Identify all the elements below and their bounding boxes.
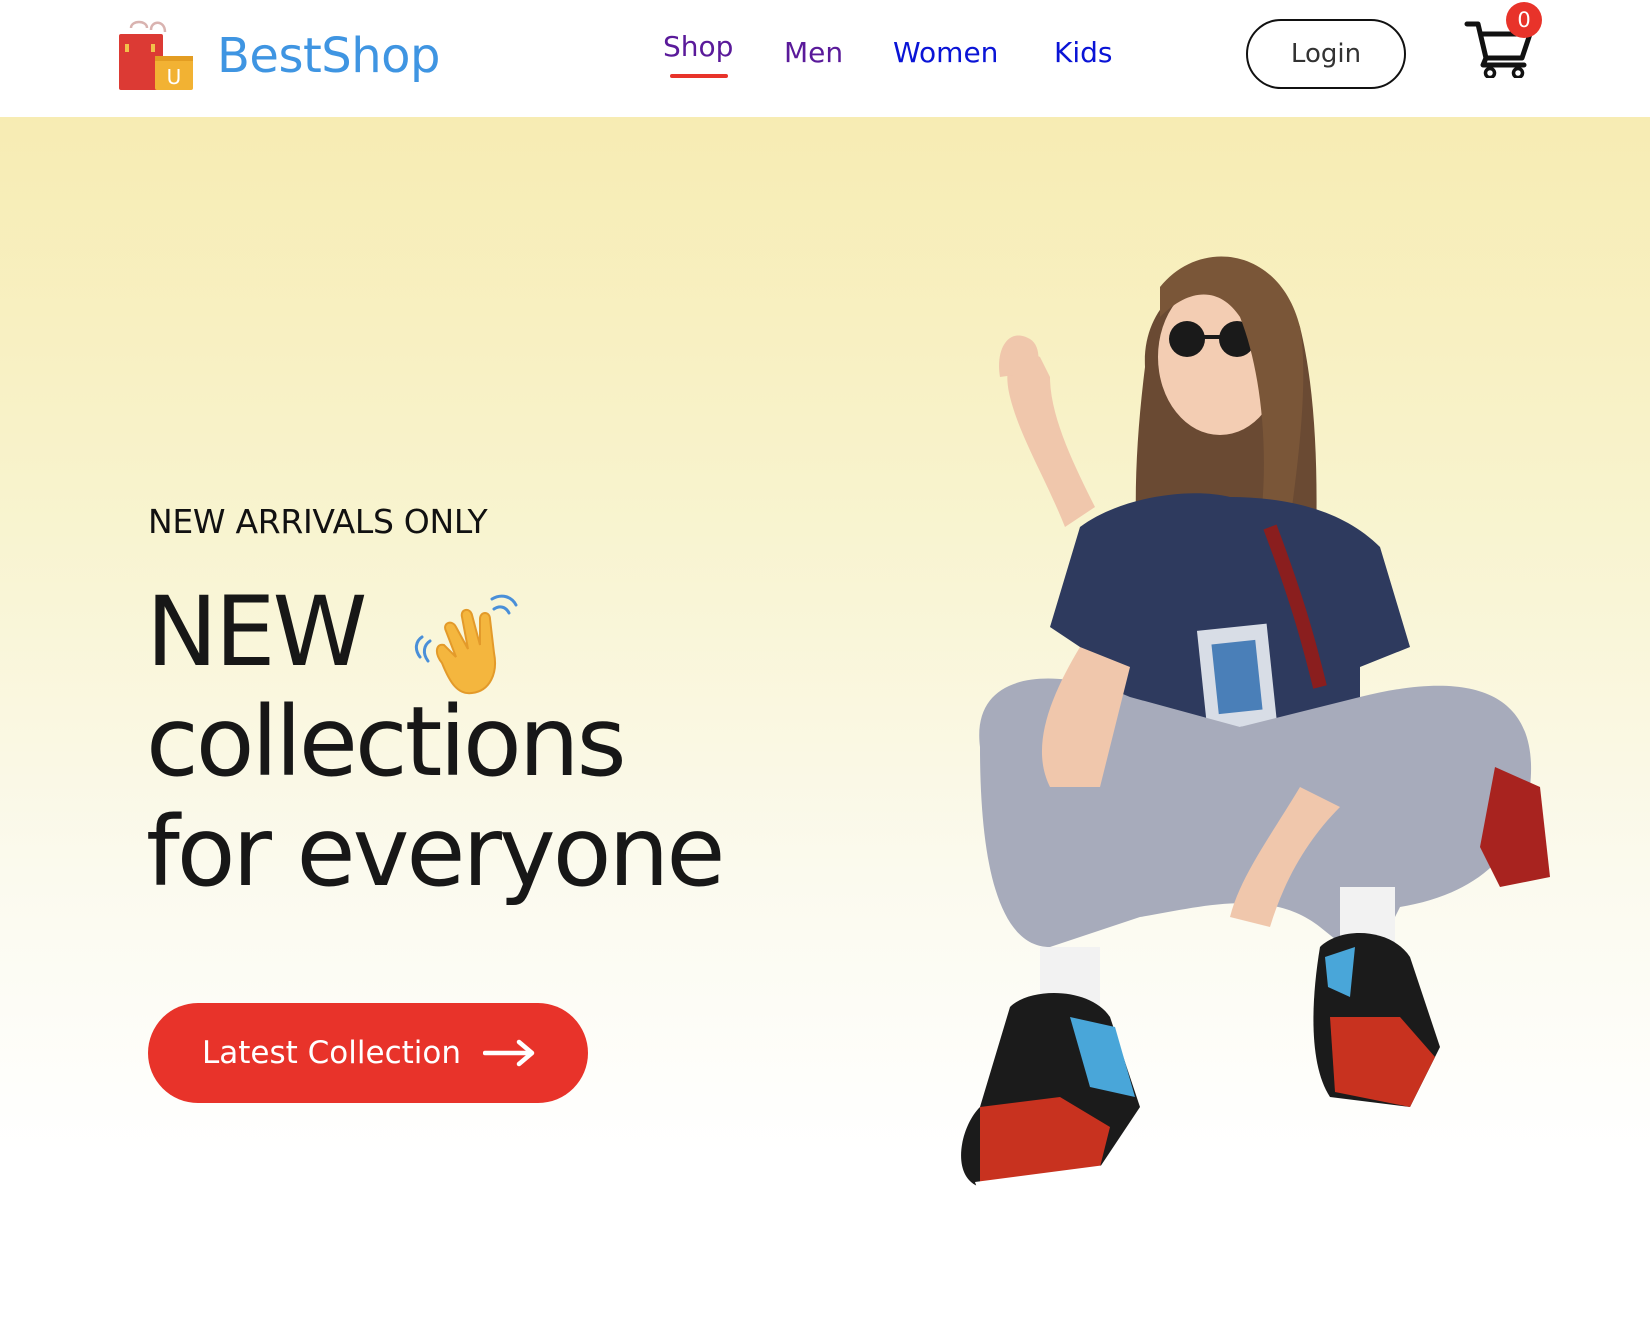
login-button[interactable]: Login xyxy=(1246,19,1406,89)
brand-name: BestShop xyxy=(217,28,441,84)
cta-label: Latest Collection xyxy=(202,1035,461,1071)
headline-line-2: collections xyxy=(146,686,627,798)
navbar: U BestShop Shop Men Women Kids Login 0 xyxy=(0,0,1650,117)
arrow-right-icon xyxy=(483,1039,535,1067)
hero-eyebrow: NEW ARRIVALS ONLY xyxy=(148,502,488,541)
headline-line-3: for everyone xyxy=(146,796,725,908)
nav-item-shop[interactable]: Shop xyxy=(663,30,733,63)
latest-collection-button[interactable]: Latest Collection xyxy=(148,1003,588,1103)
nav-item-women[interactable]: Women xyxy=(893,36,998,69)
model-photo xyxy=(961,256,1550,1197)
active-nav-indicator xyxy=(670,74,728,78)
brand-logo[interactable]: U BestShop xyxy=(117,16,441,96)
waving-hand-icon xyxy=(414,594,518,695)
cart-count-badge: 0 xyxy=(1506,2,1542,38)
logo-letter: U xyxy=(167,65,182,89)
nav-item-men[interactable]: Men xyxy=(784,36,843,69)
shopping-bags-icon: U xyxy=(119,20,193,90)
nav-item-kids[interactable]: Kids xyxy=(1054,36,1113,69)
hero-section: NEW ARRIVALS ONLY NEW collections for ev… xyxy=(0,117,1650,1338)
